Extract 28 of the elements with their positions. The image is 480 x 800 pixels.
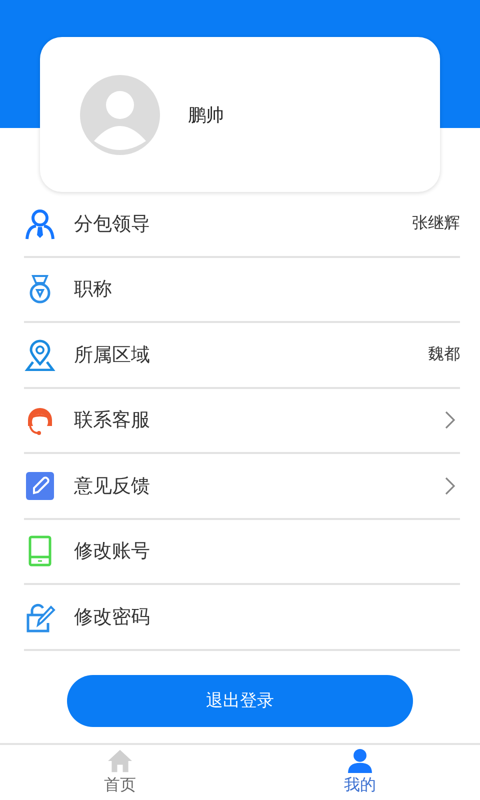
- menu-item[interactable]: 意见反馈: [24, 454, 460, 520]
- tab[interactable]: 首页: [0, 745, 240, 800]
- home-icon: [106, 749, 134, 773]
- chevron-right-icon: [444, 410, 456, 430]
- menu-item[interactable]: 分包领导 张继辉: [24, 192, 460, 258]
- menu-label: 意见反馈: [74, 474, 151, 499]
- person-tie-icon: [24, 208, 56, 240]
- menu-value: 张继辉: [412, 213, 460, 234]
- user-name: 鹏帅: [188, 104, 224, 126]
- menu-label: 联系客服: [74, 408, 151, 434]
- menu-label: 职称: [74, 277, 113, 302]
- logout-button[interactable]: 退出登录: [67, 674, 413, 727]
- menu-label: 所属区域: [74, 342, 151, 368]
- menu-item[interactable]: 所属区域 魏都: [24, 323, 460, 388]
- person-icon: [346, 749, 374, 773]
- menu-item[interactable]: 修改密码: [24, 585, 460, 650]
- tab[interactable]: 我的: [240, 745, 480, 800]
- avatar-icon: [80, 74, 160, 154]
- menu-label: 修改密码: [74, 604, 151, 630]
- menu-item[interactable]: 联系客服: [24, 388, 460, 454]
- menu-item[interactable]: 职称: [24, 258, 460, 323]
- menu-item[interactable]: 修改账号: [24, 520, 460, 585]
- edit-icon: [24, 470, 56, 502]
- chevron-right-icon: [444, 476, 456, 496]
- location-pin-icon: [24, 338, 56, 371]
- menu-label: 修改账号: [74, 539, 151, 564]
- menu-value: 魏都: [428, 344, 460, 366]
- menu-label: 分包领导: [74, 212, 151, 237]
